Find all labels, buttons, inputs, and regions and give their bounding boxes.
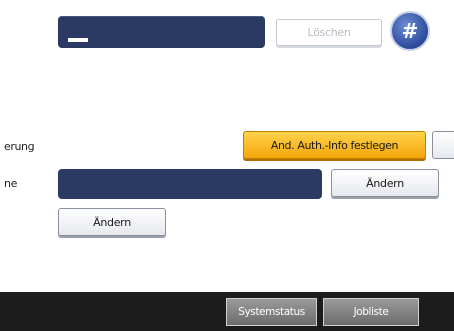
partial-button[interactable] [432, 131, 454, 159]
text-entry-field[interactable] [58, 16, 265, 48]
delete-button[interactable]: Löschen [276, 19, 382, 46]
system-status-button[interactable]: Systemstatus [226, 298, 317, 326]
change-button[interactable]: Ändern [58, 208, 166, 236]
settings-screen: Löschen # erung And. Auth.-Info festlege… [0, 0, 454, 331]
name-value-field [58, 169, 322, 199]
cursor-indicator [68, 38, 88, 42]
bottom-status-bar: Systemstatus Jobliste [0, 292, 454, 331]
row-label-name: ne [4, 177, 17, 190]
set-auth-info-button[interactable]: And. Auth.-Info festlegen [243, 131, 426, 159]
hash-key-button[interactable]: # [390, 11, 430, 51]
job-list-button[interactable]: Jobliste [323, 298, 419, 326]
row-label-authentication: erung [4, 140, 35, 153]
change-name-button[interactable]: Ändern [331, 169, 439, 197]
